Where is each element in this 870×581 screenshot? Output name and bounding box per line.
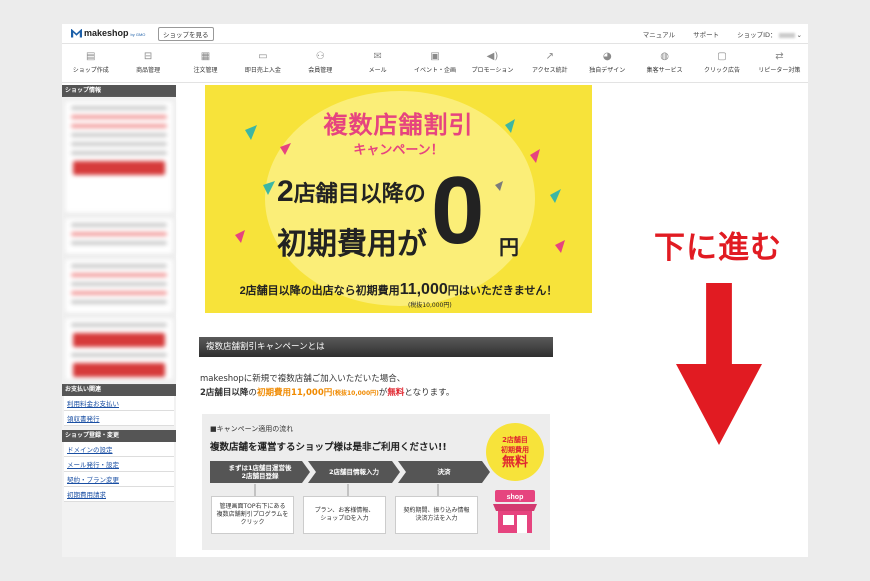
app-window: makeshop by GMO ショップを見る マニュアル サポート ショップI…: [62, 24, 808, 557]
makeshop-logo-icon: [71, 28, 82, 38]
banner-line2: 初期費用が: [277, 228, 427, 261]
nav-label: イベント・企画: [414, 67, 457, 74]
clipboard-icon: ▦: [200, 51, 211, 62]
mouse-icon: ▢: [717, 51, 727, 62]
basket-icon: ⊟: [143, 51, 153, 62]
banner-note: 2店舗目以降の出店なら初期費用11,000円はいただきません！: [239, 281, 558, 298]
nav-label: 注文管理: [193, 67, 218, 74]
nav-label: 商品管理: [136, 67, 161, 74]
sidebar-link-mail-setup[interactable]: メール発行・設定: [64, 457, 174, 472]
palette-icon: ◕: [602, 51, 612, 62]
top-links: マニュアル サポート ショップID： ⌄: [643, 29, 802, 39]
sidebar-link-plan-change[interactable]: 契約・プラン変更: [64, 472, 174, 487]
section-text-2: 2店舗目以降の初期費用11,000円(税抜10,000円)が無料となります。: [200, 388, 455, 398]
nav-label: クリック広告: [703, 67, 740, 74]
sidebar-link-fee-payment[interactable]: 利用料金お支払い: [64, 396, 174, 411]
nav-products[interactable]: ⊟ 商品管理: [119, 44, 176, 82]
flow-step-1: まずは1店舗目運営後 2店舗目登録: [210, 461, 310, 483]
logo-text: makeshop: [84, 28, 129, 38]
nav-mail[interactable]: ✉ メール: [349, 44, 406, 82]
nav-shop-create[interactable]: ▤ ショップ作成: [62, 44, 119, 82]
calendar-icon: ▣: [430, 51, 440, 62]
nav-label: メール: [368, 67, 387, 74]
nav-label: リピーター対策: [758, 67, 801, 74]
flow-steps: まずは1店舗目運営後 2店舗目登録 2店舗目情報入力 決済: [210, 461, 490, 483]
sidebar-link-initial-fee[interactable]: 初期費用請求: [64, 487, 174, 502]
repeat-icon: ⇄: [775, 51, 784, 62]
payment-header: お支払い関連: [62, 384, 176, 396]
shop-id-redacted: [778, 32, 795, 38]
nav-label: 独自デザイン: [589, 67, 626, 74]
banner-yen: 円: [499, 237, 519, 259]
nav-label: 集客サービス: [646, 67, 683, 74]
campaign-banner[interactable]: 複数店舗割引 キャンペーン！ 2店舗目以降の 初期費用が 0 円 2店舗目以降の…: [205, 85, 592, 313]
sidebar: ショップ情報 お支払い関連 利用料金お支払い 領収書発行 ショップ登録・変更 ド…: [62, 85, 176, 557]
support-link[interactable]: サポート: [693, 29, 719, 39]
megaphone-icon: ◀): [486, 51, 499, 62]
nav-label: 会員管理: [308, 67, 333, 74]
nav-events[interactable]: ▣ イベント・企画: [406, 44, 463, 82]
next-step-annotation: 下に進む: [654, 230, 782, 265]
nav-promotion[interactable]: ◀) プロモーション: [464, 44, 521, 82]
banner-line1: 2店舗目以降の: [277, 175, 426, 208]
view-shop-button[interactable]: ショップを見る: [158, 27, 214, 41]
flow-headline: 複数店舗を運営するショップ様は是非ご利用ください!!: [210, 442, 447, 453]
shop-icon: shop: [493, 490, 537, 533]
nav-label: 即日売上入金: [244, 67, 281, 74]
logo-sub: by GMO: [130, 32, 146, 37]
nav-access-stats[interactable]: ↗ アクセス統計: [521, 44, 578, 82]
flow-step-3: 決済: [398, 461, 490, 483]
nav-custom-design[interactable]: ◕ 独自デザイン: [579, 44, 636, 82]
mail-icon: ✉: [373, 51, 382, 62]
folder-icon: ▭: [258, 51, 268, 62]
flow-step-2: 2店舗目情報入力: [308, 461, 400, 483]
nav-repeater[interactable]: ⇄ リピーター対策: [751, 44, 808, 82]
sidebar-panel-redacted: [64, 258, 174, 314]
sidebar-link-domain[interactable]: ドメインの設定: [64, 442, 174, 457]
flow-desc-1: 管理画面TOP右下にある 複数店舗割引プログラムを クリック: [211, 496, 294, 534]
banner-zero: 0: [431, 157, 485, 264]
flow-title: ■キャンペーン適用の流れ: [210, 425, 294, 433]
section-header: 複数店舗割引キャンペーンとは: [199, 337, 553, 357]
register-header: ショップ登録・変更: [62, 430, 176, 442]
shop-info-header: ショップ情報: [62, 85, 176, 97]
nav-same-day-payment[interactable]: ▭ 即日売上入金: [234, 44, 291, 82]
users-icon: ⚇: [315, 51, 325, 62]
globe-icon: ◍: [660, 51, 669, 62]
sidebar-panel-redacted: [64, 317, 174, 381]
nav-members[interactable]: ⚇ 会員管理: [292, 44, 349, 82]
campaign-flow-box: ■キャンペーン適用の流れ 複数店舗を運営するショップ様は是非ご利用ください!! …: [202, 414, 550, 550]
flow-desc-3: 契約期間、振り込み情報 決済方法を入力: [395, 496, 478, 534]
banner-tax-note: (税抜10,000円): [408, 302, 452, 309]
main-nav: ▤ ショップ作成 ⊟ 商品管理 ▦ 注文管理 ▭ 即日売上入金 ⚇ 会員管理 ✉ メール ▣…: [62, 44, 808, 83]
flow-desc-2: プラン、お客様情報、 ショップIDを入力: [303, 496, 386, 534]
top-bar: makeshop by GMO ショップを見る マニュアル サポート ショップI…: [62, 24, 808, 44]
nav-label: プロモーション: [471, 67, 514, 74]
makeshop-logo[interactable]: makeshop by GMO: [71, 28, 145, 38]
nav-orders[interactable]: ▦ 注文管理: [177, 44, 234, 82]
banner-subtitle: キャンペーン！: [353, 142, 444, 157]
free-badge: 2店舗目 初期費用 無料: [486, 423, 544, 481]
banner-title: 複数店舗割引: [323, 112, 474, 139]
nav-label: アクセス統計: [531, 67, 568, 74]
manual-link[interactable]: マニュアル: [643, 29, 675, 39]
shop-id-label: ショップID：: [737, 31, 777, 39]
nav-label: ショップ作成: [72, 67, 109, 74]
store-icon: ▤: [85, 51, 96, 62]
section-text-1: makeshopに新規で複数店舗ご加入いただいた場合、: [200, 374, 406, 384]
shop-id-menu[interactable]: ショップID： ⌄: [737, 29, 802, 39]
sidebar-panel-redacted: [64, 217, 174, 255]
chevron-down-icon: ⌄: [796, 31, 802, 39]
sidebar-link-receipt[interactable]: 領収書発行: [64, 411, 174, 426]
chart-line-icon: ↗: [545, 51, 555, 62]
shop-info-panel-redacted: [64, 100, 174, 214]
nav-marketing[interactable]: ◍ 集客サービス: [636, 44, 693, 82]
nav-click-ads[interactable]: ▢ クリック広告: [693, 44, 750, 82]
svg-text:shop: shop: [507, 494, 524, 501]
